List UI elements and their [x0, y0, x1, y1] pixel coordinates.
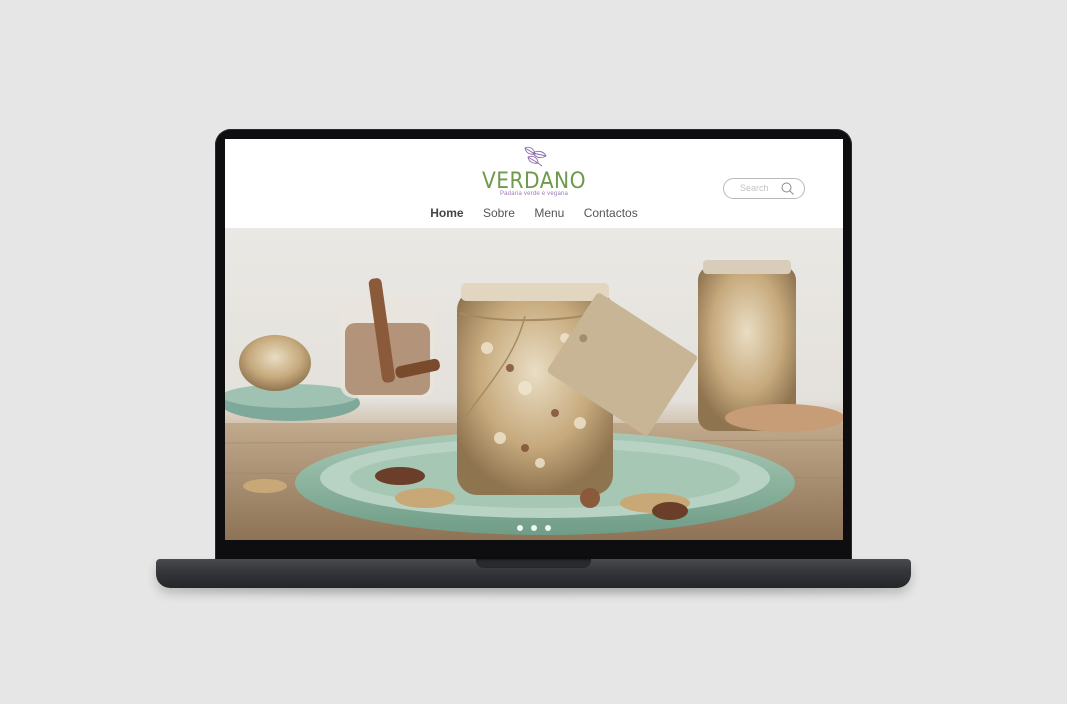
nav-item-home[interactable]: Home — [430, 206, 463, 220]
site-header: VERDANO Padaria verde e vegana Search Ho… — [225, 139, 843, 228]
slider-dot[interactable] — [545, 525, 552, 531]
slider-dot[interactable] — [516, 525, 523, 531]
laptop-notch — [476, 559, 591, 568]
search-placeholder: Search — [740, 183, 769, 193]
slider-dot[interactable] — [531, 525, 537, 531]
nav-item-contactos[interactable]: Contactos — [584, 206, 638, 220]
search-icon[interactable] — [780, 181, 795, 196]
laptop-screen: VERDANO Padaria verde e vegana Search Ho… — [225, 139, 843, 540]
nav-item-menu[interactable]: Menu — [534, 206, 564, 220]
nav-item-sobre[interactable]: Sobre — [483, 206, 515, 220]
main-nav: Home Sobre Menu Contactos — [225, 206, 843, 220]
hero-image — [225, 260, 843, 540]
hero-banner — [225, 228, 843, 540]
leaf-icon — [524, 146, 547, 167]
search-input[interactable]: Search — [723, 178, 805, 199]
slider-dots — [225, 518, 843, 536]
